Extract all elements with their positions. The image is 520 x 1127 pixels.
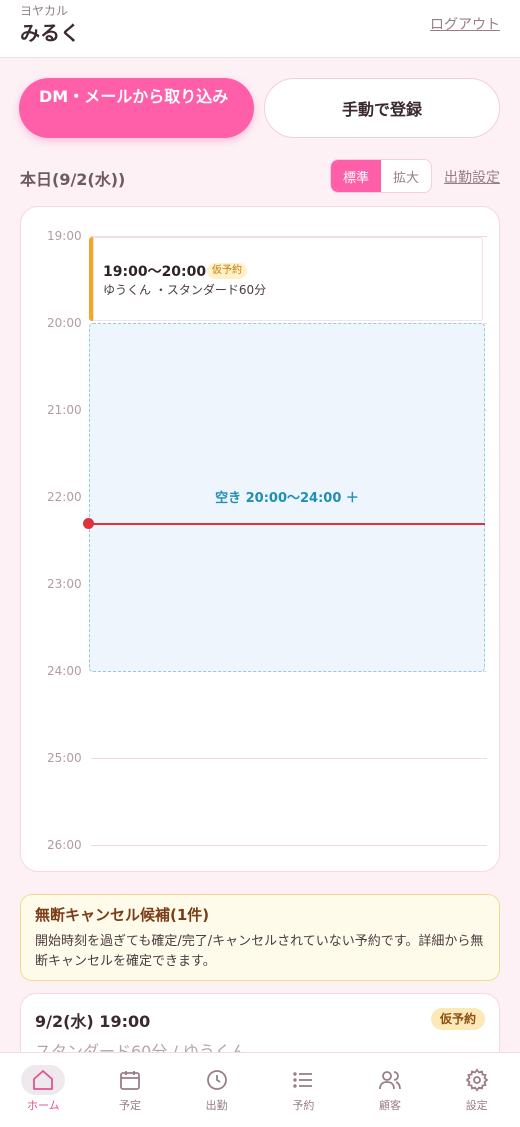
shift-settings-link[interactable]: 出勤設定: [444, 167, 500, 187]
gear-icon: [455, 1065, 499, 1095]
appointment-detail: ゆうくん ・スタンダード60分: [103, 283, 267, 297]
tab-label: 予約: [292, 1099, 315, 1112]
appointment-block[interactable]: 19:00〜20:00 仮予約 ゆうくん ・スタンダード60分: [89, 237, 483, 321]
shop-name: みるく: [20, 21, 80, 45]
free-slot[interactable]: 空き 20:00〜24:00 ＋: [89, 323, 485, 672]
bottom-tab-bar: ホーム 予定 出勤 予約 顧客 設定: [0, 1052, 520, 1127]
hour-label: 21:00: [47, 403, 82, 417]
list-icon: [281, 1065, 325, 1095]
notice-text: 開始時刻を過ぎても確定/完了/キャンセルされていない予約です。詳細から無断キャン…: [35, 934, 484, 969]
calendar-icon: [108, 1065, 152, 1095]
hour-label: 25:00: [47, 751, 82, 765]
hour-line: [91, 758, 487, 759]
logout-link[interactable]: ログアウト: [430, 14, 500, 34]
users-icon: [368, 1065, 412, 1095]
appointment-time: 19:00〜20:00: [103, 264, 207, 280]
tentative-badge: 仮予約: [207, 263, 247, 279]
hour-label: 23:00: [47, 577, 82, 591]
app-header: ヨヤカル みるく ログアウト: [0, 0, 520, 58]
no-show-notice: 無断キャンセル候補(1件) 開始時刻を過ぎても確定/完了/キャンセルされていない…: [20, 894, 500, 981]
hour-label: 19:00: [47, 229, 82, 243]
tab-customers[interactable]: 顧客: [347, 1053, 434, 1127]
free-slot-label: 空き 20:00〜24:00 ＋: [215, 491, 359, 506]
current-time-dot: [83, 518, 94, 529]
tab-label: ホーム: [27, 1099, 60, 1112]
notice-title: 無断キャンセル候補(1件): [35, 906, 210, 924]
view-toggle: 標準 拡大: [330, 159, 432, 193]
tab-settings[interactable]: 設定: [433, 1053, 520, 1127]
tab-shift[interactable]: 出勤: [173, 1053, 260, 1127]
today-label: 本日(9/2(水)): [20, 170, 126, 189]
import-from-dm-button[interactable]: DM・メールから取り込み: [19, 78, 254, 138]
reservation-datetime: 9/2(水) 19:00: [35, 1012, 151, 1031]
view-standard-button[interactable]: 標準: [331, 160, 381, 192]
reservation-status-badge: 仮予約: [430, 1008, 485, 1030]
view-zoom-button[interactable]: 拡大: [381, 160, 431, 192]
hour-line: [91, 845, 487, 846]
hour-label: 26:00: [47, 838, 82, 852]
current-time-line: [89, 523, 485, 525]
hour-label: 22:00: [47, 490, 82, 504]
tab-reservations[interactable]: 予約: [260, 1053, 347, 1127]
tab-label: 設定: [465, 1099, 488, 1112]
hour-label: 24:00: [47, 664, 82, 678]
manual-register-button[interactable]: 手動で登録: [264, 78, 500, 138]
tab-home[interactable]: ホーム: [0, 1053, 87, 1127]
tab-label: 予定: [119, 1099, 141, 1112]
clock-icon: [195, 1065, 239, 1095]
tab-label: 顧客: [379, 1099, 402, 1112]
day-timeline: 19:00 20:00 21:00 22:00 23:00 24:00 25:0…: [20, 206, 500, 872]
tab-label: 出勤: [205, 1099, 228, 1112]
tab-schedule[interactable]: 予定: [87, 1053, 174, 1127]
home-icon: [21, 1065, 66, 1095]
hour-label: 20:00: [47, 316, 82, 330]
